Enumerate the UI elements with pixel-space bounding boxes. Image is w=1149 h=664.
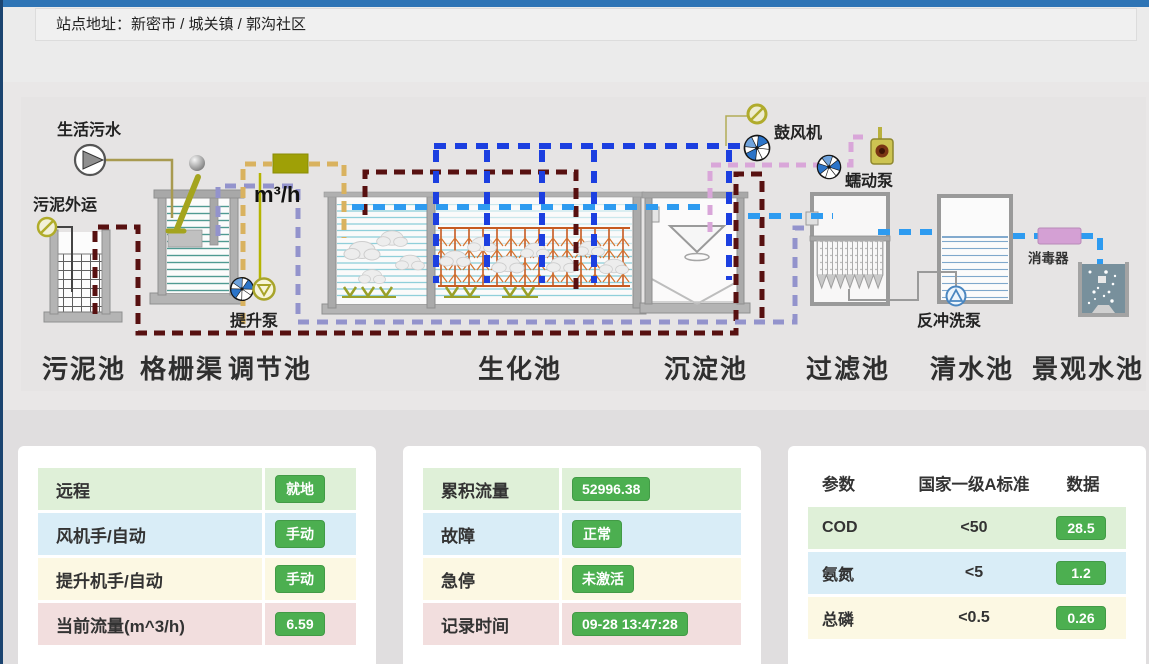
inflow-pump-icon — [75, 145, 105, 175]
status-table: 累积流量 52996.38 故障 正常 急停 未激活 记录时间 09-28 13… — [423, 468, 741, 648]
table-row: 总磷 <0.5 0.26 — [808, 597, 1126, 642]
quality-table: 参数 国家一级A标准 数据 COD <50 28.5 氨氮 <5 1.2 总磷 — [808, 462, 1126, 642]
table-row: 提升机手/自动 手动 — [38, 558, 356, 603]
quality-panel-card: 参数 国家一级A标准 数据 COD <50 28.5 氨氮 <5 1.2 总磷 — [788, 446, 1146, 664]
column-header: 数据 — [1040, 462, 1126, 507]
param-standard: <50 — [908, 507, 1040, 552]
status-badge: 手动 — [275, 520, 325, 548]
column-header: 国家一级A标准 — [908, 462, 1040, 507]
stage-label-filter-tank: 过滤池 — [806, 354, 890, 384]
row-label: 提升机手/自动 — [38, 558, 265, 603]
top-accent-bar — [0, 0, 1149, 7]
process-flow-svg: 生活污水 污泥外运 m³/h 提升泵 鼓风机 蠕动泵 反冲洗泵 消毒器 污泥池 … — [21, 97, 1146, 391]
table-row: 氨氮 <5 1.2 — [808, 552, 1126, 597]
param-standard: <5 — [908, 552, 1040, 597]
blower-valve-pipe — [726, 116, 747, 146]
row-label: 当前流量(m^3/h) — [38, 603, 265, 648]
row-label: 急停 — [423, 558, 562, 603]
dosing-jar-icon — [871, 127, 893, 164]
flow-unit-label: m³/h — [254, 182, 300, 207]
row-label: 累积流量 — [423, 468, 562, 513]
stage-label-landscape-pool: 景观水池 — [1032, 354, 1144, 384]
stage-label-regulating-tank: 调节池 — [228, 354, 312, 384]
flow-meter-box — [273, 154, 308, 173]
filter-tank — [806, 194, 890, 304]
inflow-label: 生活污水 — [57, 120, 122, 139]
value-badge: 0.26 — [1056, 606, 1106, 630]
blower-fan-icon — [743, 134, 772, 163]
value-badge: 1.2 — [1056, 561, 1106, 585]
status-badge: 手动 — [275, 565, 325, 593]
stage-label-bio-tank: 生化池 — [478, 354, 562, 384]
value-badge: 52996.38 — [572, 477, 650, 501]
site-address-bar: 站点地址：新密市 / 城关镇 / 郭沟社区 — [35, 8, 1137, 41]
table-row: 急停 未激活 — [423, 558, 741, 603]
table-row: 当前流量(m^3/h) 6.59 — [38, 603, 356, 648]
status-badge: 未激活 — [572, 565, 634, 593]
scada-page: 站点地址：新密市 / 城关镇 / 郭沟社区 — [0, 0, 1149, 664]
sludge-tank — [44, 230, 122, 322]
disinfector-box — [1038, 228, 1081, 244]
stage-label-screen-channel: 格栅渠 — [140, 354, 224, 384]
table-row: 累积流量 52996.38 — [423, 468, 741, 513]
peristaltic-pump-label: 蠕动泵 — [845, 171, 893, 190]
stage-label-sludge-tank: 污泥池 — [42, 354, 126, 384]
sludge-out-label: 污泥外运 — [33, 195, 97, 214]
bio-tank — [322, 192, 646, 314]
status-badge: 正常 — [572, 520, 622, 548]
lift-pump-label: 提升泵 — [230, 312, 278, 330]
table-header-row: 参数 国家一级A标准 数据 — [808, 462, 1126, 507]
blower-label: 鼓风机 — [774, 123, 822, 142]
site-address-text: 站点地址：新密市 / 城关镇 / 郭沟社区 — [56, 16, 306, 33]
control-panel-card: 远程 就地 风机手/自动 手动 提升机手/自动 手动 当前流量(m^3/h) 6… — [18, 446, 376, 664]
param-name: 氨氮 — [808, 552, 908, 597]
param-standard: <0.5 — [908, 597, 1040, 642]
screen-channel-tank — [150, 190, 244, 304]
clean-water-tank — [939, 196, 1011, 302]
peristaltic-pump-fan-icon — [813, 151, 845, 183]
row-label: 风机手/自动 — [38, 513, 265, 558]
disinfector-label: 消毒器 — [1028, 250, 1069, 266]
blower-valve-icon — [748, 105, 766, 123]
stage-label-clean-water-tank: 清水池 — [930, 354, 1014, 384]
value-badge: 28.5 — [1056, 516, 1106, 540]
lift-pump-icon — [254, 279, 275, 300]
param-name: COD — [808, 507, 908, 552]
table-row: 远程 就地 — [38, 468, 356, 513]
row-label: 远程 — [38, 468, 265, 513]
table-row: 风机手/自动 手动 — [38, 513, 356, 558]
sludge-valve-icon — [38, 218, 56, 236]
status-panel-card: 累积流量 52996.38 故障 正常 急停 未激活 记录时间 09-28 13… — [403, 446, 761, 664]
column-header: 参数 — [808, 462, 908, 507]
row-label: 记录时间 — [423, 603, 562, 648]
table-row: 记录时间 09-28 13:47:28 — [423, 603, 741, 648]
row-label: 故障 — [423, 513, 562, 558]
param-name: 总磷 — [808, 597, 908, 642]
landscape-pool-tank — [1080, 262, 1127, 315]
backwash-pump-label: 反冲洗泵 — [917, 311, 981, 330]
control-table: 远程 就地 风机手/自动 手动 提升机手/自动 手动 当前流量(m^3/h) 6… — [38, 468, 356, 648]
backwash-pump-icon — [947, 287, 966, 306]
timestamp-badge: 09-28 13:47:28 — [572, 612, 688, 636]
process-flow-diagram: 生活污水 污泥外运 m³/h 提升泵 鼓风机 蠕动泵 反冲洗泵 消毒器 污泥池 … — [21, 97, 1146, 391]
left-accent-border — [0, 0, 3, 664]
value-badge: 6.59 — [275, 612, 325, 636]
stage-label-settling-tank: 沉淀池 — [664, 354, 748, 384]
table-row: COD <50 28.5 — [808, 507, 1126, 552]
table-row: 故障 正常 — [423, 513, 741, 558]
status-badge: 就地 — [275, 475, 325, 503]
